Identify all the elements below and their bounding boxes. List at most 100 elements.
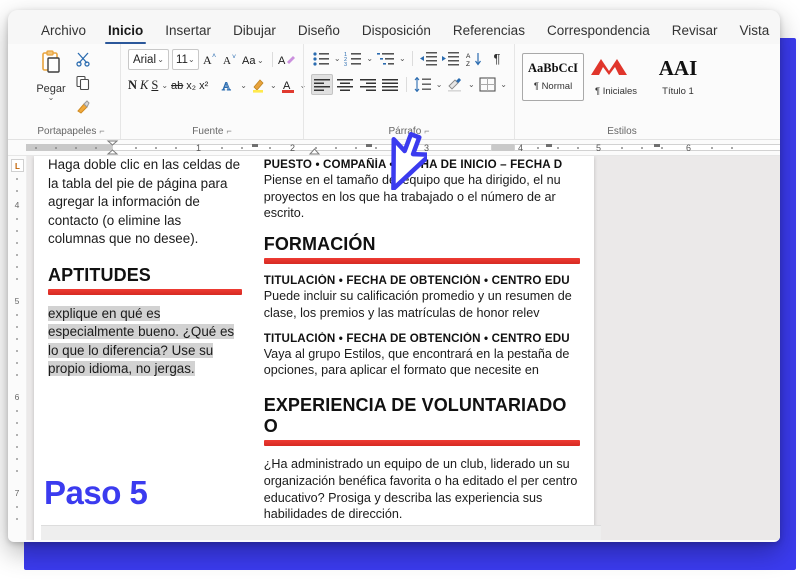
strikethrough-button[interactable]: ab <box>171 76 183 95</box>
borders-icon[interactable] <box>478 75 498 94</box>
chevron-down-icon[interactable]: ⌄ <box>334 54 341 63</box>
horizontal-ruler[interactable]: 1 2 3 4 5 6 <box>8 140 780 156</box>
chevron-down-icon[interactable]: ⌄ <box>500 80 507 89</box>
bullets-icon[interactable] <box>311 49 331 68</box>
chevron-down-icon[interactable]: ⌄ <box>240 81 247 90</box>
chevron-down-icon[interactable]: ⌄ <box>468 80 475 89</box>
bold-button[interactable]: N <box>128 76 137 95</box>
chevron-down-icon[interactable]: ⌄ <box>366 54 373 63</box>
ribbon-tab-insertar[interactable]: Insertar <box>154 18 222 45</box>
style-titulo-1[interactable]: AAI Título 1 <box>648 54 708 100</box>
numbering-icon[interactable]: 1 2 3 <box>344 49 364 68</box>
copy-icon[interactable] <box>75 75 91 96</box>
job-lead[interactable]: PUESTO • COMPAÑÍA • FECHA DE INICIO – FE… <box>264 158 580 171</box>
group-estilos: AaBbCcI ¶ Normal ¶ Iniciales AAI Título … <box>514 44 729 139</box>
grow-font-button[interactable]: A ˄ <box>202 50 219 69</box>
chevron-down-icon[interactable]: ⌄ <box>48 94 55 102</box>
svg-text:A: A <box>278 55 286 67</box>
dialog-launcher-icon[interactable]: ⌐ <box>424 126 429 136</box>
shrink-font-button[interactable]: A ˅ <box>222 50 239 69</box>
decrease-indent-icon[interactable] <box>419 49 439 68</box>
svg-text:Aa: Aa <box>242 55 256 67</box>
subscript-button[interactable]: x₂ <box>186 76 196 95</box>
chevron-down-icon[interactable]: ⌄ <box>188 55 195 64</box>
heading-formacion[interactable]: FORMACIÓN <box>264 234 580 255</box>
ribbon-tab-correspondencia[interactable]: Correspondencia <box>536 18 661 45</box>
underline-button[interactable]: S <box>151 76 158 95</box>
style-iniciales[interactable]: ¶ Iniciales <box>586 54 646 100</box>
education-body-1[interactable]: Puede incluir su calificación promedio y… <box>264 288 580 321</box>
font-color-button[interactable]: A <box>280 76 297 95</box>
education-lead-1[interactable]: TITULACIÓN • FECHA DE OBTENCIÓN • CENTRO… <box>264 274 580 287</box>
sort-icon[interactable]: AZ <box>464 49 484 68</box>
indent-marker-right[interactable] <box>308 140 322 155</box>
vruler-tick-4: 4 <box>14 200 20 210</box>
education-body-2[interactable]: Vaya al grupo Estilos, que encontrará en… <box>264 346 580 379</box>
ribbon-tab-inicio[interactable]: Inicio <box>97 18 154 45</box>
group-label-text: Portapapeles <box>37 126 97 137</box>
increase-indent-icon[interactable] <box>441 49 461 68</box>
clear-formatting-button[interactable]: A <box>278 50 296 69</box>
group-label-parrafo: Párrafo ⌐ <box>304 126 514 137</box>
ribbon-tab-disposicion[interactable]: Disposición <box>351 18 442 45</box>
tab-stop-marker[interactable]: L <box>11 159 24 172</box>
text-effects-button[interactable]: A <box>220 76 237 95</box>
heading-rule <box>263 440 580 447</box>
ribbon-tab-archivo[interactable]: Archivo <box>30 18 97 45</box>
change-case-button[interactable]: Aa ⌄ <box>242 50 266 69</box>
svg-text:A: A <box>203 53 212 67</box>
ribbon-tab-diseno[interactable]: Diseño <box>287 18 351 45</box>
ribbon-tab-vista[interactable]: Vista <box>729 18 780 45</box>
line-spacing-icon[interactable] <box>413 75 433 94</box>
align-right-button[interactable] <box>358 75 378 94</box>
justify-button[interactable] <box>381 75 401 94</box>
pilcrow-icon: ¶ <box>594 86 601 98</box>
multilevel-list-icon[interactable] <box>376 49 396 68</box>
ribbon-tab-referencias[interactable]: Referencias <box>442 18 536 45</box>
group-label-text: Fuente <box>192 126 224 137</box>
heading-aptitudes[interactable]: APTITUDES <box>48 265 242 286</box>
heading-voluntariado[interactable]: EXPERIENCIA DE VOLUNTARIADO O <box>264 395 580 437</box>
font-size-combobox[interactable]: 11 ⌄ <box>171 49 199 70</box>
chevron-down-icon[interactable]: ⌄ <box>436 80 443 89</box>
chevron-down-icon[interactable]: ⌄ <box>270 81 277 90</box>
font-name-combobox[interactable]: Arial ⌄ <box>128 49 169 70</box>
ribbon-tab-bar: Archivo Inicio Insertar Dibujar Diseño D… <box>8 10 780 44</box>
chevron-down-icon[interactable]: ⌄ <box>399 54 406 63</box>
group-label-portapapeles: Portapapeles ⌐ <box>22 126 120 137</box>
ribbon-tab-dibujar[interactable]: Dibujar <box>222 18 287 45</box>
style-normal[interactable]: AaBbCcI ¶ Normal <box>522 53 584 101</box>
chevron-down-icon[interactable]: ⌄ <box>157 55 164 64</box>
vertical-ruler[interactable]: L 4 5 6 7 <box>8 156 27 540</box>
ruler-dots <box>35 144 733 149</box>
selected-paragraph[interactable]: explique en qué es especialmente bueno. … <box>48 305 242 379</box>
chevron-down-icon[interactable]: ⌄ <box>161 81 168 90</box>
show-marks-icon[interactable]: ¶ <box>487 49 507 68</box>
page-bottom-strip <box>41 525 601 540</box>
text-highlight-button[interactable] <box>250 76 267 95</box>
dialog-launcher-icon[interactable]: ⌐ <box>226 126 231 136</box>
education-lead-2[interactable]: TITULACIÓN • FECHA DE OBTENCIÓN • CENTRO… <box>264 332 580 345</box>
intro-paragraph[interactable]: Haga doble clic en las celdas de la tabl… <box>48 156 242 249</box>
italic-button[interactable]: K <box>140 76 148 95</box>
ribbon-tab-revisar[interactable]: Revisar <box>661 18 729 45</box>
bold-label: N <box>128 78 138 92</box>
volunteer-body[interactable]: ¿Ha administrado un equipo de un club, l… <box>264 456 580 523</box>
group-parrafo: ⌄ 1 2 3 ⌄ ⌄ A Z ¶ ⌄ ⌄ ⌄ Párrafo ⌐ <box>303 44 514 139</box>
format-painter-icon[interactable] <box>75 99 91 120</box>
superscript-button[interactable]: x² <box>199 76 208 95</box>
group-label-fuente: Fuente ⌐ <box>121 126 303 137</box>
dialog-launcher-icon[interactable]: ⌐ <box>99 126 104 136</box>
shading-icon[interactable] <box>445 75 465 94</box>
pilcrow-icon: ¶ <box>533 81 539 93</box>
align-left-button[interactable] <box>311 74 333 95</box>
job-body[interactable]: Piense en el tamaño del equipo que ha di… <box>264 172 580 222</box>
divider <box>406 77 408 92</box>
align-center-button[interactable] <box>336 75 356 94</box>
clipboard-small-buttons <box>75 47 91 120</box>
paste-button[interactable]: Pegar ⌄ <box>29 47 73 102</box>
font-size-value: 11 <box>175 53 188 66</box>
right-column[interactable]: PUESTO • COMPAÑÍA • FECHA DE INICIO – FE… <box>263 158 580 533</box>
indent-marker-first-line[interactable] <box>106 140 122 155</box>
cut-scissors-icon[interactable] <box>75 51 91 72</box>
